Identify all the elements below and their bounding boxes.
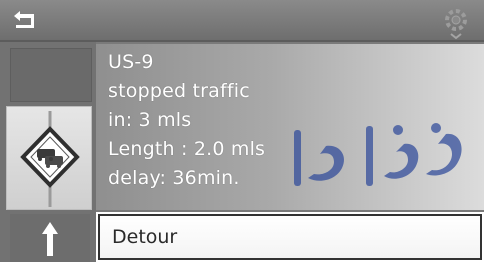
length-value: Length : 2.0 mls bbox=[108, 138, 266, 160]
detour-button[interactable]: Detour bbox=[98, 214, 482, 260]
left-empty-tile bbox=[10, 48, 92, 102]
direction-tile bbox=[10, 214, 90, 262]
traffic-condition: stopped traffic bbox=[108, 80, 250, 102]
back-button[interactable] bbox=[10, 8, 42, 34]
delay-value: delay: 36min. bbox=[108, 167, 240, 189]
detour-label: Detour bbox=[112, 226, 178, 248]
gear-icon bbox=[445, 9, 467, 40]
arrow-up-icon bbox=[42, 222, 58, 256]
traffic-sign-tile[interactable] bbox=[6, 106, 92, 210]
distance-value: in: 3 mls bbox=[108, 109, 192, 131]
return-arrow-icon bbox=[14, 11, 34, 28]
traffic-info-text: US-9 stopped traffic in: 3 mls Length : … bbox=[108, 48, 265, 193]
road-name: US-9 bbox=[108, 51, 154, 73]
navigation-screen: US-9 stopped traffic in: 3 mls Length : … bbox=[0, 0, 484, 262]
watermark-logo bbox=[294, 123, 462, 186]
action-row: Detour bbox=[96, 212, 484, 262]
traffic-jam-warning-icon bbox=[20, 111, 80, 207]
left-column bbox=[0, 42, 96, 262]
top-bar bbox=[0, 0, 484, 42]
settings-button[interactable] bbox=[438, 4, 474, 40]
traffic-info-panel: US-9 stopped traffic in: 3 mls Length : … bbox=[96, 44, 484, 210]
